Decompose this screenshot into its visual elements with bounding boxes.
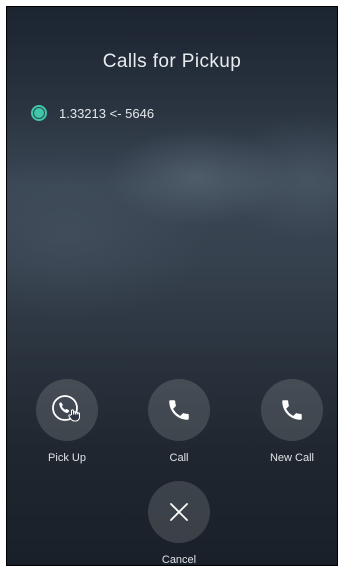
- call-button[interactable]: Call: [139, 379, 219, 464]
- cancel-label: Cancel: [161, 554, 197, 566]
- new-call-label: New Call: [269, 452, 314, 464]
- phone-screen: Calls for Pickup 1.33213 <- 5646 Pick Up…: [6, 6, 338, 566]
- radio-selected-icon[interactable]: [31, 105, 47, 121]
- new-call-button[interactable]: New Call: [252, 379, 332, 464]
- pick-up-label: Pick Up: [48, 452, 86, 464]
- pick-up-button[interactable]: Pick Up: [27, 379, 107, 464]
- list-item-call[interactable]: 1.33213 <- 5646: [31, 103, 154, 123]
- phone-icon: [169, 400, 189, 420]
- phone-icon: [282, 400, 302, 420]
- call-label: Call: [169, 452, 189, 464]
- page-title: Calls for Pickup: [102, 51, 242, 72]
- close-icon: [170, 503, 188, 521]
- cancel-button[interactable]: Cancel: [139, 481, 219, 566]
- call-item-label: 1.33213 <- 5646: [59, 105, 155, 121]
- pickup-phone-icon: [52, 395, 80, 422]
